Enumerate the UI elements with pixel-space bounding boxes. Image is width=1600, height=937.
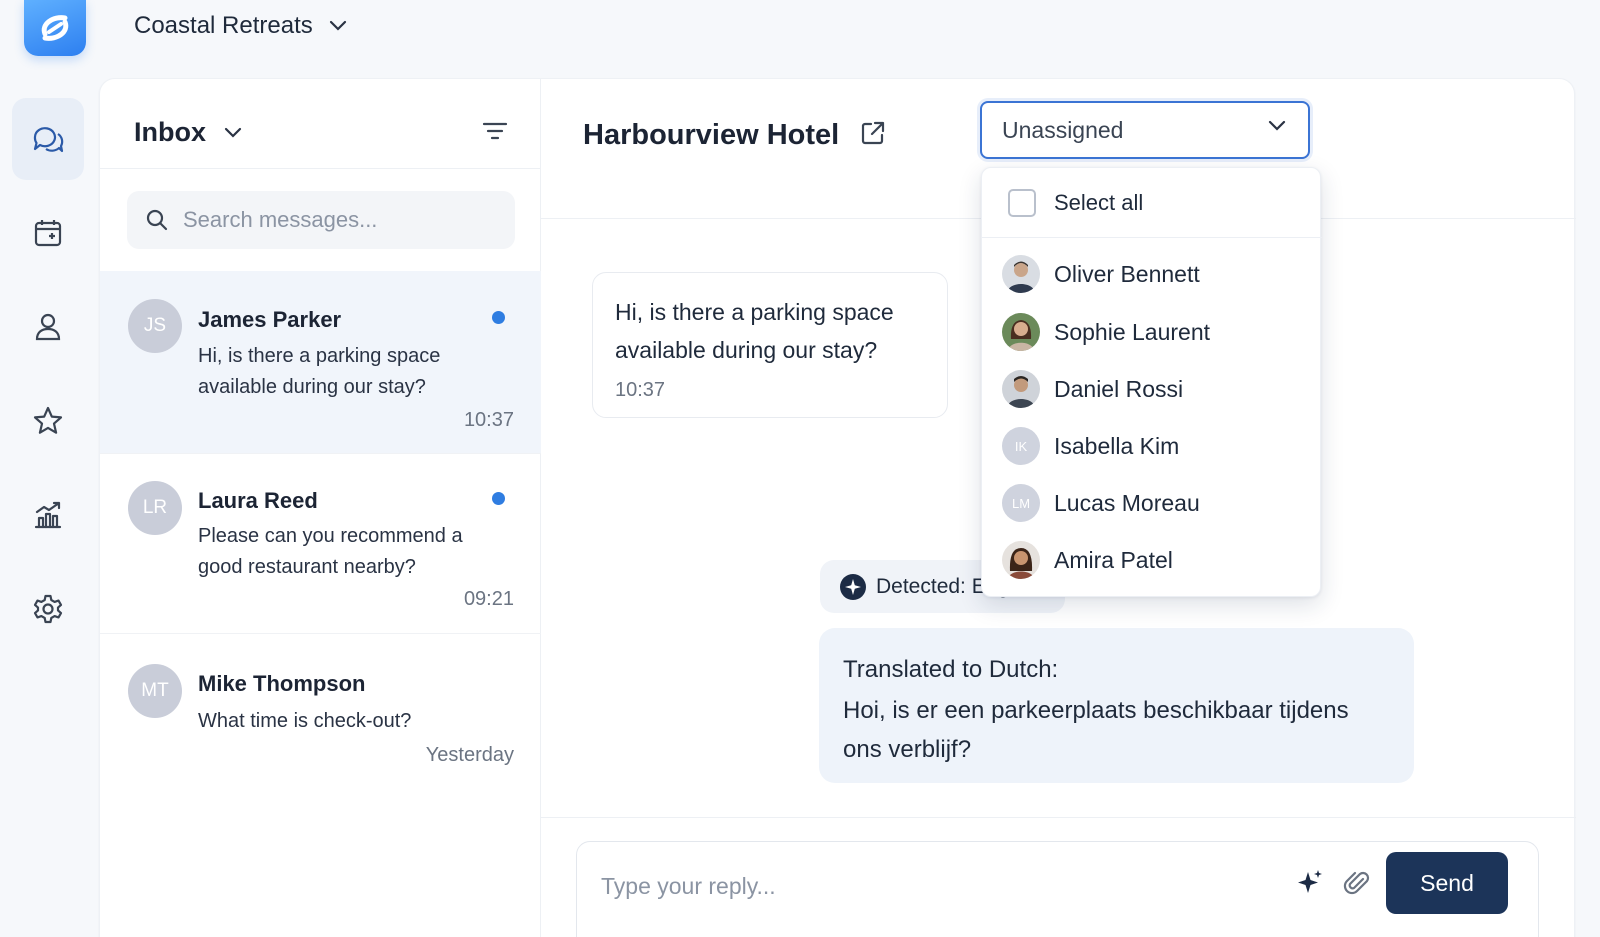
attach-button[interactable] xyxy=(1343,869,1371,897)
search-box xyxy=(127,191,515,249)
nav-chat[interactable] xyxy=(12,98,84,180)
translation-bubble: Translated to Dutch: Hoi, is er een park… xyxy=(819,628,1414,783)
conversation-time: 10:37 xyxy=(463,409,514,431)
external-link-icon xyxy=(860,120,886,146)
avatar: MT xyxy=(128,664,182,718)
assignee-name: Daniel Rossi xyxy=(1054,376,1184,402)
send-button[interactable]: Send xyxy=(1386,852,1508,914)
avatar xyxy=(1002,313,1040,351)
paperclip-icon xyxy=(1343,869,1371,897)
assignee-name: Lucas Moreau xyxy=(1054,490,1200,516)
select-all-label: Select all xyxy=(1054,189,1144,215)
inbox-header: Inbox xyxy=(100,79,541,169)
sparkle-icon xyxy=(1295,868,1325,898)
filter-icon xyxy=(482,119,508,143)
nav-calendar[interactable] xyxy=(12,192,84,274)
assignee-option[interactable]: LM Lucas Moreau xyxy=(982,475,1322,531)
conversation-time: 09:21 xyxy=(463,588,514,610)
select-all-option[interactable]: Select all xyxy=(982,168,1322,238)
top-bar: Coastal Retreats xyxy=(0,0,1600,76)
chevron-down-icon xyxy=(329,20,347,32)
assignee-option[interactable]: Oliver Bennett xyxy=(982,246,1322,302)
message-text: Hi, is there a parking space available d… xyxy=(615,299,894,363)
search-input[interactable] xyxy=(183,207,483,233)
nav-contacts[interactable] xyxy=(12,286,84,368)
nav-rail xyxy=(12,98,86,662)
search-icon xyxy=(145,208,169,232)
guest-message-bubble: Hi, is there a parking space available d… xyxy=(592,272,948,418)
conversation-preview: What time is check-out? xyxy=(198,710,412,732)
avatar: JS xyxy=(128,299,182,353)
unread-indicator xyxy=(492,492,505,505)
assignee-select[interactable]: Unassigned xyxy=(980,101,1310,159)
avatar xyxy=(1002,370,1040,408)
assignee-name: Oliver Bennett xyxy=(1054,261,1200,287)
settings-icon xyxy=(32,593,64,625)
open-external-button[interactable] xyxy=(860,120,886,146)
nav-favorites[interactable] xyxy=(12,380,84,462)
composer-divider xyxy=(541,817,1576,818)
chat-icon xyxy=(31,122,65,156)
translation-heading: Translated to Dutch: xyxy=(843,656,1059,683)
conversation-preview: Please can you recommend a good restaura… xyxy=(198,525,463,578)
sparkle-icon xyxy=(840,573,866,600)
assignee-option[interactable]: Amira Patel xyxy=(982,532,1322,588)
assignee-dropdown: Select all Oliver Bennett Sophie Laurent… xyxy=(981,167,1322,597)
assignee-name: Amira Patel xyxy=(1054,547,1173,573)
avatar xyxy=(1002,541,1040,579)
user-icon xyxy=(32,311,64,343)
conversation-name: Laura Reed xyxy=(198,488,318,513)
inbox-title: Inbox xyxy=(134,117,206,147)
unread-indicator xyxy=(492,311,505,324)
avatar xyxy=(1002,255,1040,293)
reply-input[interactable] xyxy=(601,866,1261,906)
assignee-name: Isabella Kim xyxy=(1054,433,1180,459)
message-time: 10:37 xyxy=(615,379,666,401)
chevron-down-icon xyxy=(1268,120,1286,132)
inbox-column: Inbox JS xyxy=(100,79,541,937)
conversation-time: Yesterday xyxy=(425,744,514,766)
conversation-preview: Hi, is there a parking space available d… xyxy=(198,345,441,398)
ai-assist-button[interactable] xyxy=(1295,868,1325,898)
select-all-checkbox[interactable] xyxy=(1008,189,1036,217)
assignee-option[interactable]: Sophie Laurent xyxy=(982,304,1322,360)
nav-settings[interactable] xyxy=(12,568,84,650)
filter-button[interactable] xyxy=(482,119,508,143)
conversation-item[interactable]: LR Laura Reed Please can you recommend a… xyxy=(100,454,541,634)
workspace-name: Coastal Retreats xyxy=(134,12,313,39)
conversation-item[interactable]: JS James Parker Hi, is there a parking s… xyxy=(100,271,541,454)
conversation-item[interactable]: MT Mike Thompson What time is check-out?… xyxy=(100,634,541,784)
assignee-option[interactable]: IK Isabella Kim xyxy=(982,418,1322,474)
translation-text: Hoi, is er een parkeerplaats beschikbaar… xyxy=(843,697,1349,763)
nav-analytics[interactable] xyxy=(12,474,84,556)
avatar: IK xyxy=(1002,427,1040,465)
avatar: LM xyxy=(1002,484,1040,522)
chat-title: Harbourview Hotel xyxy=(583,119,840,151)
workspace-switcher[interactable]: Coastal Retreats xyxy=(134,10,347,42)
chat-column: Harbourview Hotel Unassigned Select all … xyxy=(541,79,1576,937)
assignee-option[interactable]: Daniel Rossi xyxy=(982,361,1322,417)
conversation-name: Mike Thompson xyxy=(198,671,366,696)
avatar: LR xyxy=(128,481,182,535)
chevron-down-icon xyxy=(224,127,242,139)
reply-composer: Send xyxy=(576,841,1539,937)
analytics-icon xyxy=(32,499,64,531)
star-icon xyxy=(32,405,64,437)
main-panel: Inbox JS xyxy=(99,78,1576,937)
inbox-selector[interactable]: Inbox xyxy=(134,117,242,148)
brand-logo-icon[interactable] xyxy=(24,0,86,56)
assignee-value: Unassigned xyxy=(1002,116,1124,143)
calendar-icon xyxy=(32,217,64,249)
assignee-name: Sophie Laurent xyxy=(1054,319,1211,345)
conversation-name: James Parker xyxy=(198,307,342,332)
